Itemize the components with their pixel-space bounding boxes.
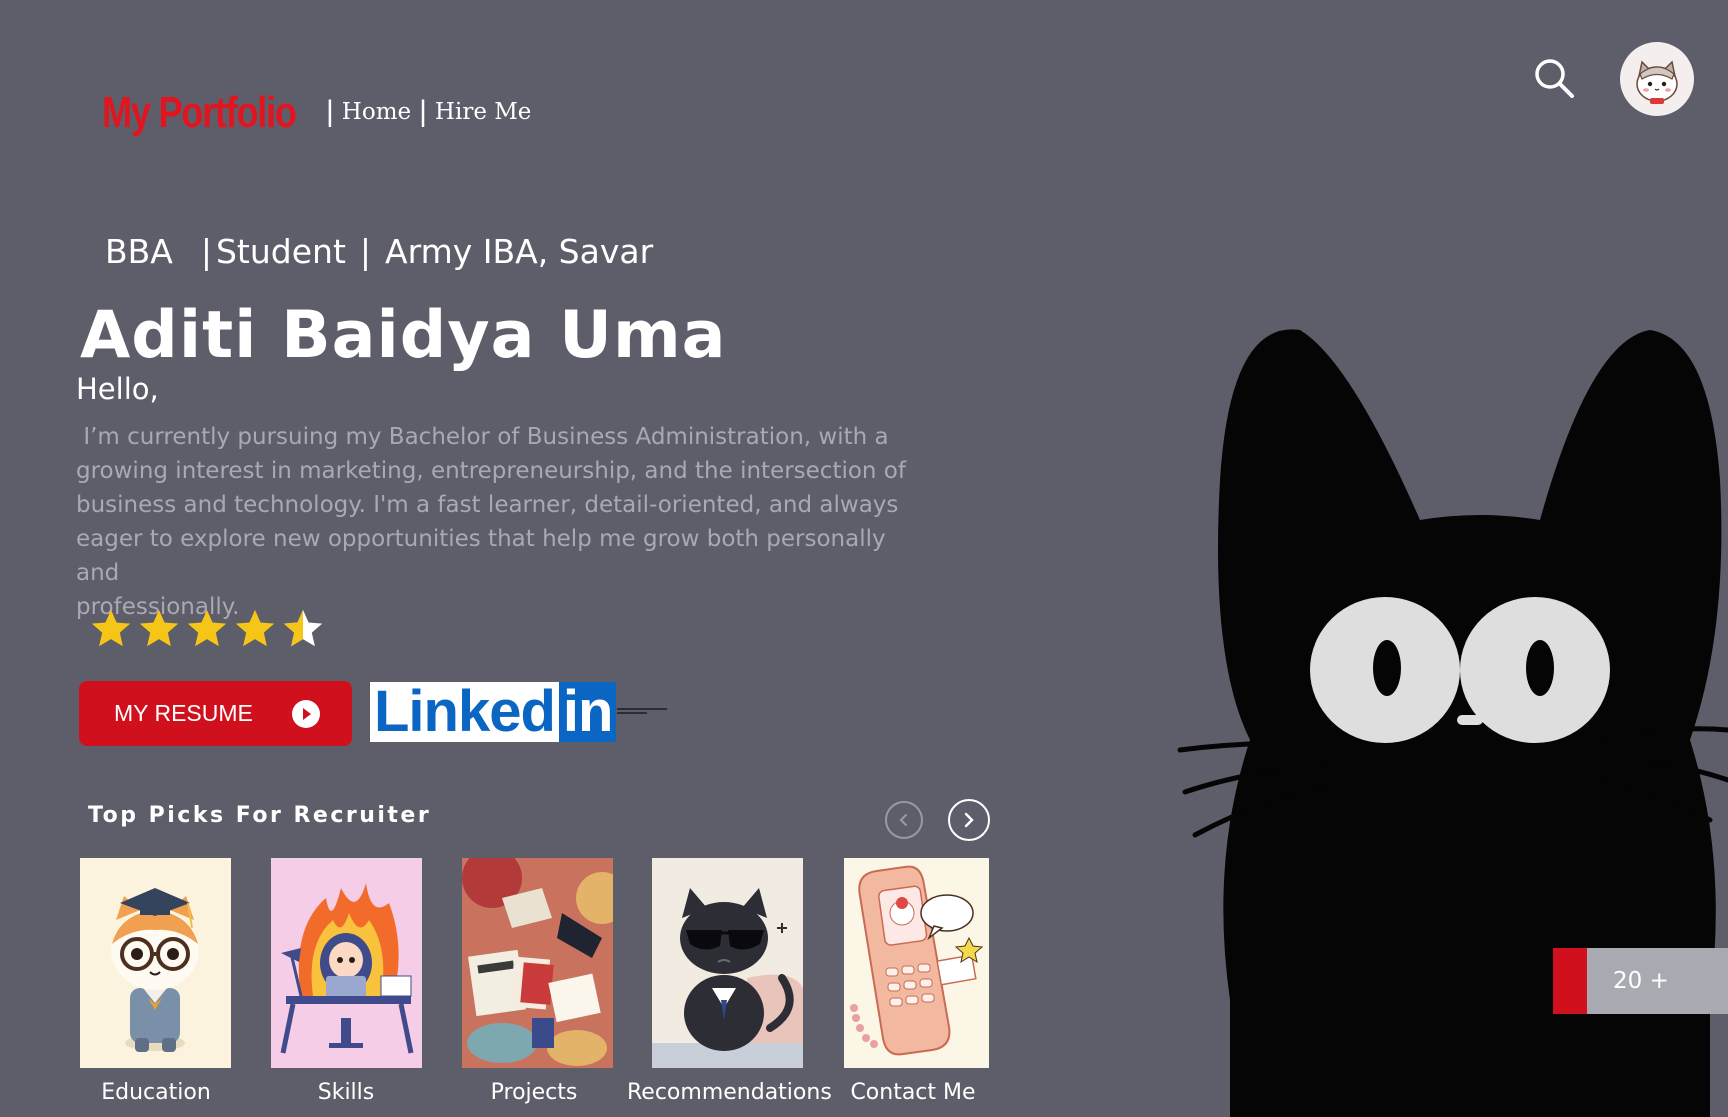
top-nav: | Home | Hire Me	[318, 97, 531, 127]
working-girl-icon	[271, 858, 422, 1068]
star-icon	[187, 609, 227, 647]
star-icon	[139, 609, 179, 647]
cat-avatar-icon	[1636, 60, 1678, 104]
search-icon[interactable]	[1532, 56, 1576, 100]
education-card[interactable]	[80, 858, 231, 1068]
half-star-icon	[283, 609, 323, 647]
profile-subtitle: BBA | Student | Army IBA, Savar	[105, 232, 653, 271]
nav-hire-me-link[interactable]: Hire Me	[435, 99, 532, 125]
skills-label: Skills	[317, 1080, 375, 1105]
greeting: Hello,	[76, 372, 159, 406]
counter-value: 20 +	[1587, 948, 1728, 1014]
skills-card[interactable]	[271, 858, 422, 1068]
top-picks-title: Top Picks For Recruiter	[88, 803, 432, 828]
play-circle-icon	[291, 699, 320, 728]
projects-label: Projects	[490, 1080, 578, 1105]
counter-accent	[1553, 948, 1587, 1014]
chevron-right-icon	[964, 812, 974, 828]
education-label: Education	[101, 1080, 211, 1105]
brand-logo[interactable]: My Portfolio	[102, 88, 297, 138]
graduate-cat-icon	[80, 858, 231, 1068]
linkedin-in-icon: in	[558, 682, 617, 742]
nav-separator: |	[326, 95, 334, 128]
contact-me-label: Contact Me	[850, 1080, 976, 1105]
chevron-left-icon	[899, 814, 907, 826]
profile-name: Aditi Baidya Uma	[80, 298, 727, 373]
bio-text: I’m currently pursuing my Bachelor of Bu…	[76, 424, 906, 620]
project-counter-badge: 20 +	[1553, 948, 1728, 1014]
my-resume-button[interactable]: MY RESUME	[79, 681, 352, 746]
resume-button-label: MY RESUME	[114, 700, 253, 726]
institution-label: Army IBA, Savar	[385, 232, 654, 271]
star-rating	[88, 606, 326, 652]
recommendations-label: Recommendations	[627, 1080, 832, 1105]
subtitle-separator: |	[200, 232, 212, 271]
linkedin-decoration	[617, 708, 667, 714]
study-desk-icon	[462, 858, 613, 1068]
nav-separator: |	[419, 95, 427, 128]
phone-icon	[844, 858, 989, 1068]
degree-label: BBA	[105, 232, 173, 271]
recommendations-card[interactable]	[652, 858, 803, 1068]
avatar[interactable]	[1620, 42, 1694, 116]
contact-me-card[interactable]	[844, 858, 989, 1068]
role-label: Student	[215, 232, 346, 271]
projects-card[interactable]	[462, 858, 613, 1068]
star-icon	[235, 609, 275, 647]
carousel-next-button[interactable]	[948, 799, 990, 841]
cool-cat-icon	[652, 858, 803, 1068]
star-icon	[91, 609, 131, 647]
subtitle-separator: |	[359, 232, 372, 271]
linkedin-button[interactable]: Linked in	[370, 679, 617, 744]
nav-home-link[interactable]: Home	[342, 99, 411, 125]
carousel-prev-button[interactable]	[885, 801, 923, 839]
linkedin-logo-text: Linked	[374, 679, 556, 744]
